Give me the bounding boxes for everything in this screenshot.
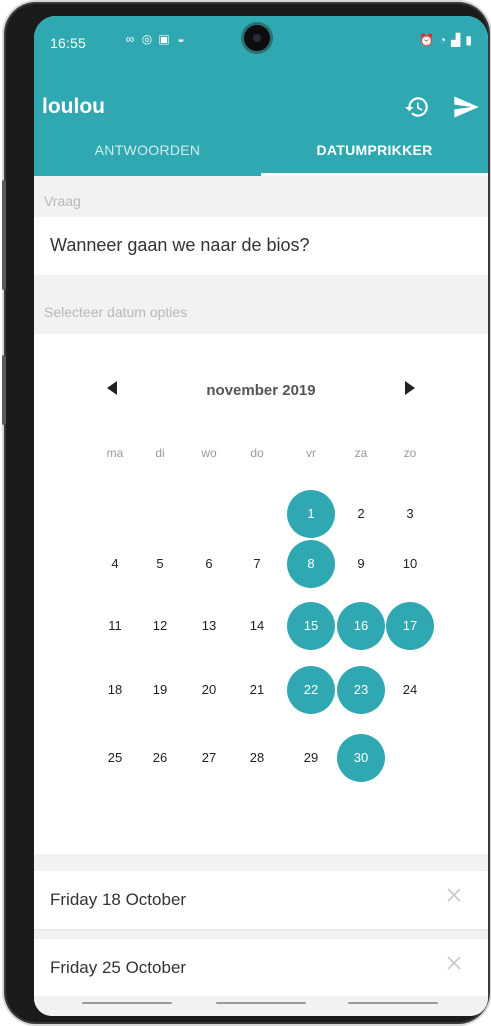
history-button[interactable] (404, 94, 430, 120)
nav-recents-indicator[interactable] (82, 1002, 172, 1004)
question-card[interactable]: Wanneer gaan we naar de bios? (34, 217, 488, 275)
previous-month-button[interactable] (102, 380, 122, 400)
calendar-day[interactable]: 26 (136, 734, 184, 782)
calendar-day[interactable]: 20 (185, 666, 233, 714)
send-button[interactable] (452, 93, 480, 121)
calendar-day[interactable]: 10 (386, 540, 434, 588)
nav-back-indicator[interactable] (348, 1002, 438, 1004)
tab-bar: ANTWOORDEN DATUMPRIKKER (34, 128, 488, 176)
battery-icon: ▮ (465, 33, 472, 47)
calendar-day[interactable]: 16 (337, 602, 385, 650)
browser-icon: ◒ (177, 32, 185, 46)
calendar-day[interactable]: 6 (185, 540, 233, 588)
selected-date-label: Friday 25 October (50, 958, 187, 977)
calendar-day[interactable]: 15 (287, 602, 335, 650)
calendar-day[interactable]: 18 (91, 666, 139, 714)
calendar-day[interactable]: 9 (337, 540, 385, 588)
calendar-day[interactable]: 11 (91, 602, 139, 650)
calendar-day[interactable]: 30 (337, 734, 385, 782)
nav-home-indicator[interactable] (216, 1002, 306, 1004)
weekday-label: wo (201, 446, 217, 460)
calendar-day[interactable]: 5 (136, 540, 184, 588)
signal-icon: ▟ (451, 33, 461, 47)
remove-date-button[interactable] (444, 955, 464, 975)
weekday-label: di (155, 446, 165, 460)
selected-date-label: Friday 18 October (50, 890, 187, 909)
calendar-day[interactable]: 25 (91, 734, 139, 782)
selected-date-row: Friday 25 October (34, 939, 488, 997)
page-title: loulou (42, 95, 105, 118)
instagram-icon: ◎ (141, 32, 153, 46)
calendar-day[interactable]: 27 (185, 734, 233, 782)
calendar-day[interactable]: 23 (337, 666, 385, 714)
calendar-day[interactable]: 14 (233, 602, 281, 650)
remove-date-button[interactable] (444, 887, 464, 907)
calendar-day[interactable]: 17 (386, 602, 434, 650)
question-text: Wanneer gaan we naar de bios? (50, 235, 310, 255)
system-navigation-bar (34, 996, 488, 1016)
calendar-day[interactable]: 3 (386, 490, 434, 538)
weekday-label: za (354, 446, 368, 460)
calendar-day[interactable]: 21 (233, 666, 281, 714)
gallery-icon: ▣ (158, 32, 170, 46)
close-icon (447, 956, 461, 970)
calendar-day[interactable]: 7 (233, 540, 281, 588)
calendar-day[interactable]: 1 (287, 490, 335, 538)
question-section-label: Vraag (44, 193, 81, 209)
app-screen: 16:55 ∞ ◎ ▣ ◒ ⏰ ◔ ▟ ▮ loulou ANTWOORDEN … (34, 16, 488, 1016)
selected-date-row: Friday 18 October (34, 871, 488, 929)
calendar-section-label: Selecteer datum opties (44, 304, 188, 320)
calendar-day[interactable]: 28 (233, 734, 281, 782)
triangle-right-icon (405, 381, 415, 395)
volume-button (2, 180, 6, 290)
send-icon (454, 96, 479, 118)
calendar-day[interactable]: 13 (185, 602, 233, 650)
power-button (2, 355, 6, 425)
tab-datumprikker[interactable]: DATUMPRIKKER (261, 128, 488, 176)
calendar-day[interactable]: 4 (91, 540, 139, 588)
notification-icons: ∞ ◎ ▣ ◒ (124, 33, 187, 45)
calendar: november 2019 ma di wo do vr za zo 1 2 3 4 5 6 7 8 9 10 1… (34, 334, 488, 854)
calendar-day[interactable]: 8 (287, 540, 335, 588)
weekday-label: zo (403, 446, 417, 460)
infinity-icon: ∞ (125, 32, 135, 46)
calendar-day[interactable]: 24 (386, 666, 434, 714)
wifi-icon: ◔ (438, 33, 447, 47)
tab-antwoorden[interactable]: ANTWOORDEN (34, 128, 261, 176)
calendar-day[interactable]: 29 (287, 734, 335, 782)
weekday-label: ma (106, 446, 124, 460)
front-camera (244, 25, 270, 51)
calendar-day[interactable]: 22 (287, 666, 335, 714)
history-icon (405, 97, 428, 117)
system-icons: ⏰ ◔ ▟ ▮ (419, 33, 472, 47)
calendar-day[interactable]: 19 (136, 666, 184, 714)
status-bar: 16:55 ∞ ◎ ▣ ◒ ⏰ ◔ ▟ ▮ (34, 16, 488, 74)
calendar-day[interactable]: 12 (136, 602, 184, 650)
calendar-day[interactable]: 2 (337, 490, 385, 538)
triangle-left-icon (107, 381, 117, 395)
close-icon (447, 888, 461, 902)
next-month-button[interactable] (400, 380, 420, 400)
weekday-label: vr (306, 446, 316, 460)
alarm-icon: ⏰ (418, 33, 434, 47)
status-time: 16:55 (50, 35, 87, 51)
weekday-label: do (250, 446, 264, 460)
calendar-month-label: november 2019 (206, 382, 316, 399)
app-bar: 16:55 ∞ ◎ ▣ ◒ ⏰ ◔ ▟ ▮ loulou ANTWOORDEN … (34, 16, 488, 176)
